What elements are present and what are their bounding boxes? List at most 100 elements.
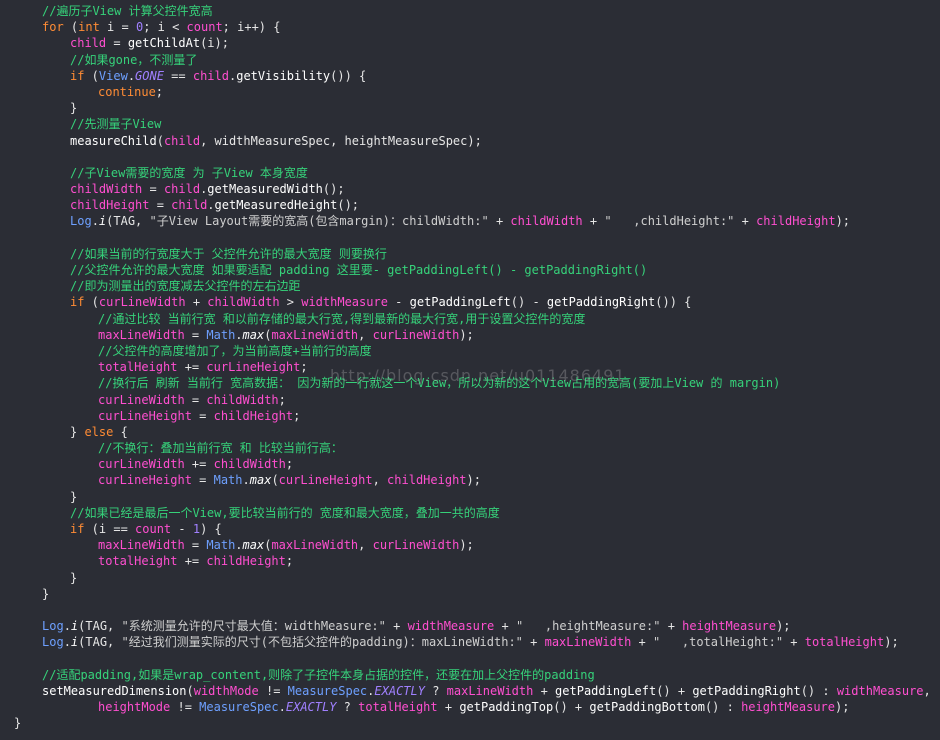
code-token: Math: [206, 327, 236, 342]
code-line[interactable]: //如果已经是最后一个View,要比较当前行的 宽度和最大宽度，叠加一共的高度: [0, 505, 940, 521]
code-line[interactable]: Log.i(TAG, "系统测量允许的尺寸最大值：widthMeasure:" …: [0, 618, 940, 634]
code-token: curLineHeight: [206, 360, 301, 375]
code-token: childHeight: [70, 198, 150, 213]
code-token: +: [522, 635, 545, 650]
code-line[interactable]: //如果当前的行宽度大于 父控件允许的最大宽度 则要换行: [0, 246, 940, 262]
code-token: max: [242, 327, 265, 342]
code-token: //通过比较 当前行宽 和以前存储的最大行宽,得到最新的最大行宽,用于设置父控件…: [98, 311, 586, 326]
code-line[interactable]: //遍历子View 计算父控件宽高: [0, 3, 940, 19]
code-line[interactable]: childWidth = child.getMeasuredWidth();: [0, 181, 940, 197]
code-token: () :: [704, 700, 742, 715]
code-line[interactable]: totalHeight += childHeight;: [0, 553, 940, 569]
code-line[interactable]: [0, 602, 940, 618]
code-line[interactable]: Log.i(TAG, "子View Layout需要的宽高(包含margin)：…: [0, 213, 940, 229]
code-line[interactable]: //父控件的高度增加了，为当前高度+当前行的高度: [0, 343, 940, 359]
code-token: Log: [42, 635, 64, 650]
code-line[interactable]: }: [0, 100, 940, 116]
code-token: childWidth: [510, 214, 583, 229]
code-token: +: [437, 700, 460, 715]
code-line[interactable]: heightMode != MeasureSpec.EXACTLY ? tota…: [0, 699, 940, 715]
code-token: +: [660, 619, 683, 634]
code-token: getPaddingBottom: [589, 700, 705, 715]
code-token: childHeight: [206, 554, 286, 569]
code-token: }: [70, 570, 78, 585]
code-line[interactable]: //如果gone，不测量了: [0, 52, 940, 68]
code-token: maxLineWidth: [98, 327, 185, 342]
code-line[interactable]: child = getChildAt(i);: [0, 35, 940, 51]
code-line[interactable]: }: [0, 570, 940, 586]
code-token: childWidth: [70, 182, 143, 197]
code-line[interactable]: curLineWidth = childWidth;: [0, 392, 940, 408]
code-token: {: [113, 424, 128, 439]
code-line[interactable]: Log.i(TAG, "经过我们测量实际的尺寸(不包括父控件的padding)：…: [0, 634, 940, 650]
code-line[interactable]: }: [0, 489, 940, 505]
code-line[interactable]: //先测量子View: [0, 116, 940, 132]
code-token: curLineWidth: [372, 327, 460, 342]
code-token: (: [271, 473, 279, 488]
code-line[interactable]: //不换行：叠加当前行宽 和 比较当前行高：: [0, 440, 940, 456]
code-token: !=: [258, 683, 288, 698]
code-token: //不换行：叠加当前行宽 和 比较当前行高：: [98, 441, 343, 456]
code-token: }: [14, 716, 22, 731]
code-token: "系统测量允许的尺寸最大值：widthMeasure:": [121, 619, 386, 634]
code-line[interactable]: //父控件允许的最大宽度 如果要适配 padding 这里要- getPaddi…: [0, 262, 940, 278]
code-line[interactable]: }: [0, 586, 940, 602]
code-line[interactable]: } else {: [0, 424, 940, 440]
code-token: +: [734, 214, 757, 229]
code-token: count: [135, 522, 172, 536]
code-token: max: [242, 538, 265, 553]
code-line[interactable]: //适配padding,如果是wrap_content,则除了子控件本身占据的控…: [0, 667, 940, 683]
code-line[interactable]: [0, 149, 940, 165]
code-line[interactable]: [0, 651, 940, 667]
code-line[interactable]: if (curLineWidth + childWidth > widthMea…: [0, 294, 940, 310]
code-line[interactable]: measureChild(child, widthMeasureSpec, he…: [0, 133, 940, 149]
code-line[interactable]: //换行后 刷新 当前行 宽高数据： 因为新的一行就这一个View，所以为新的这…: [0, 375, 940, 391]
code-line[interactable]: continue;: [0, 84, 940, 100]
code-token: //适配padding,如果是wrap_content,则除了子控件本身占据的控…: [42, 667, 595, 682]
code-token: .: [63, 619, 71, 634]
code-line[interactable]: totalHeight += curLineHeight;: [0, 359, 940, 375]
code-line[interactable]: //子View需要的宽度 为 子View 本身宽度: [0, 165, 940, 181]
code-token: int: [78, 20, 100, 35]
code-line[interactable]: maxLineWidth = Math.max(maxLineWidth, cu…: [0, 327, 940, 343]
code-token: widthMode: [193, 683, 259, 698]
code-token: ()) {: [655, 295, 692, 310]
code-line[interactable]: curLineWidth += childWidth;: [0, 456, 940, 472]
code-token: =: [184, 538, 207, 553]
code-token: //父控件允许的最大宽度 如果要适配 padding 这里要- getPaddi…: [70, 263, 648, 277]
code-token: child: [163, 182, 201, 197]
code-editor[interactable]: //遍历子View 计算父控件宽高 for (int i = 0; i < cou…: [0, 0, 940, 740]
code-token: child: [171, 198, 208, 213]
code-token: Math: [206, 538, 236, 553]
code-token: =: [142, 182, 164, 197]
code-token: MeasureSpec: [199, 700, 279, 715]
code-token: //即为测量出的宽度减去父控件的左右边距: [70, 279, 301, 294]
code-token: getPaddingRight: [692, 683, 801, 698]
code-line[interactable]: //即为测量出的宽度减去父控件的左右边距: [0, 278, 940, 294]
code-token: measureChild: [70, 133, 157, 148]
code-line[interactable]: curLineHeight = childHeight;: [0, 408, 940, 424]
code-token: getPaddingLeft: [555, 683, 657, 698]
code-token: child: [70, 36, 107, 51]
code-token: for: [42, 20, 64, 35]
code-line[interactable]: for (int i = 0; i < count; i++) {: [0, 19, 940, 35]
code-token: getPaddingLeft: [409, 295, 511, 310]
code-line[interactable]: curLineHeight = Math.max(curLineHeight, …: [0, 472, 940, 488]
code-line[interactable]: [0, 230, 940, 246]
code-token: () +: [553, 700, 590, 715]
code-line[interactable]: setMeasuredDimension(widthMode != Measur…: [0, 683, 940, 699]
code-token: () -: [510, 295, 547, 310]
code-line[interactable]: maxLineWidth = Math.max(maxLineWidth, cu…: [0, 537, 940, 553]
code-line[interactable]: if (View.GONE == child.getVisibility()) …: [0, 68, 940, 84]
code-line[interactable]: //通过比较 当前行宽 和以前存储的最大行宽,得到最新的最大行宽,用于设置父控件…: [0, 311, 940, 327]
code-token: +: [185, 295, 208, 310]
code-token: else: [84, 424, 114, 439]
code-token: =: [106, 36, 128, 51]
code-line[interactable]: }: [0, 715, 940, 731]
code-token: //如果已经是最后一个View,要比较当前行的 宽度和最大宽度，叠加一共的高度: [70, 505, 500, 520]
code-line[interactable]: childHeight = child.getMeasuredHeight();: [0, 197, 940, 213]
code-token: );: [835, 214, 851, 229]
code-line[interactable]: if (i == count - 1) {: [0, 521, 940, 537]
code-token: );: [459, 327, 474, 342]
code-token: =: [149, 198, 172, 213]
